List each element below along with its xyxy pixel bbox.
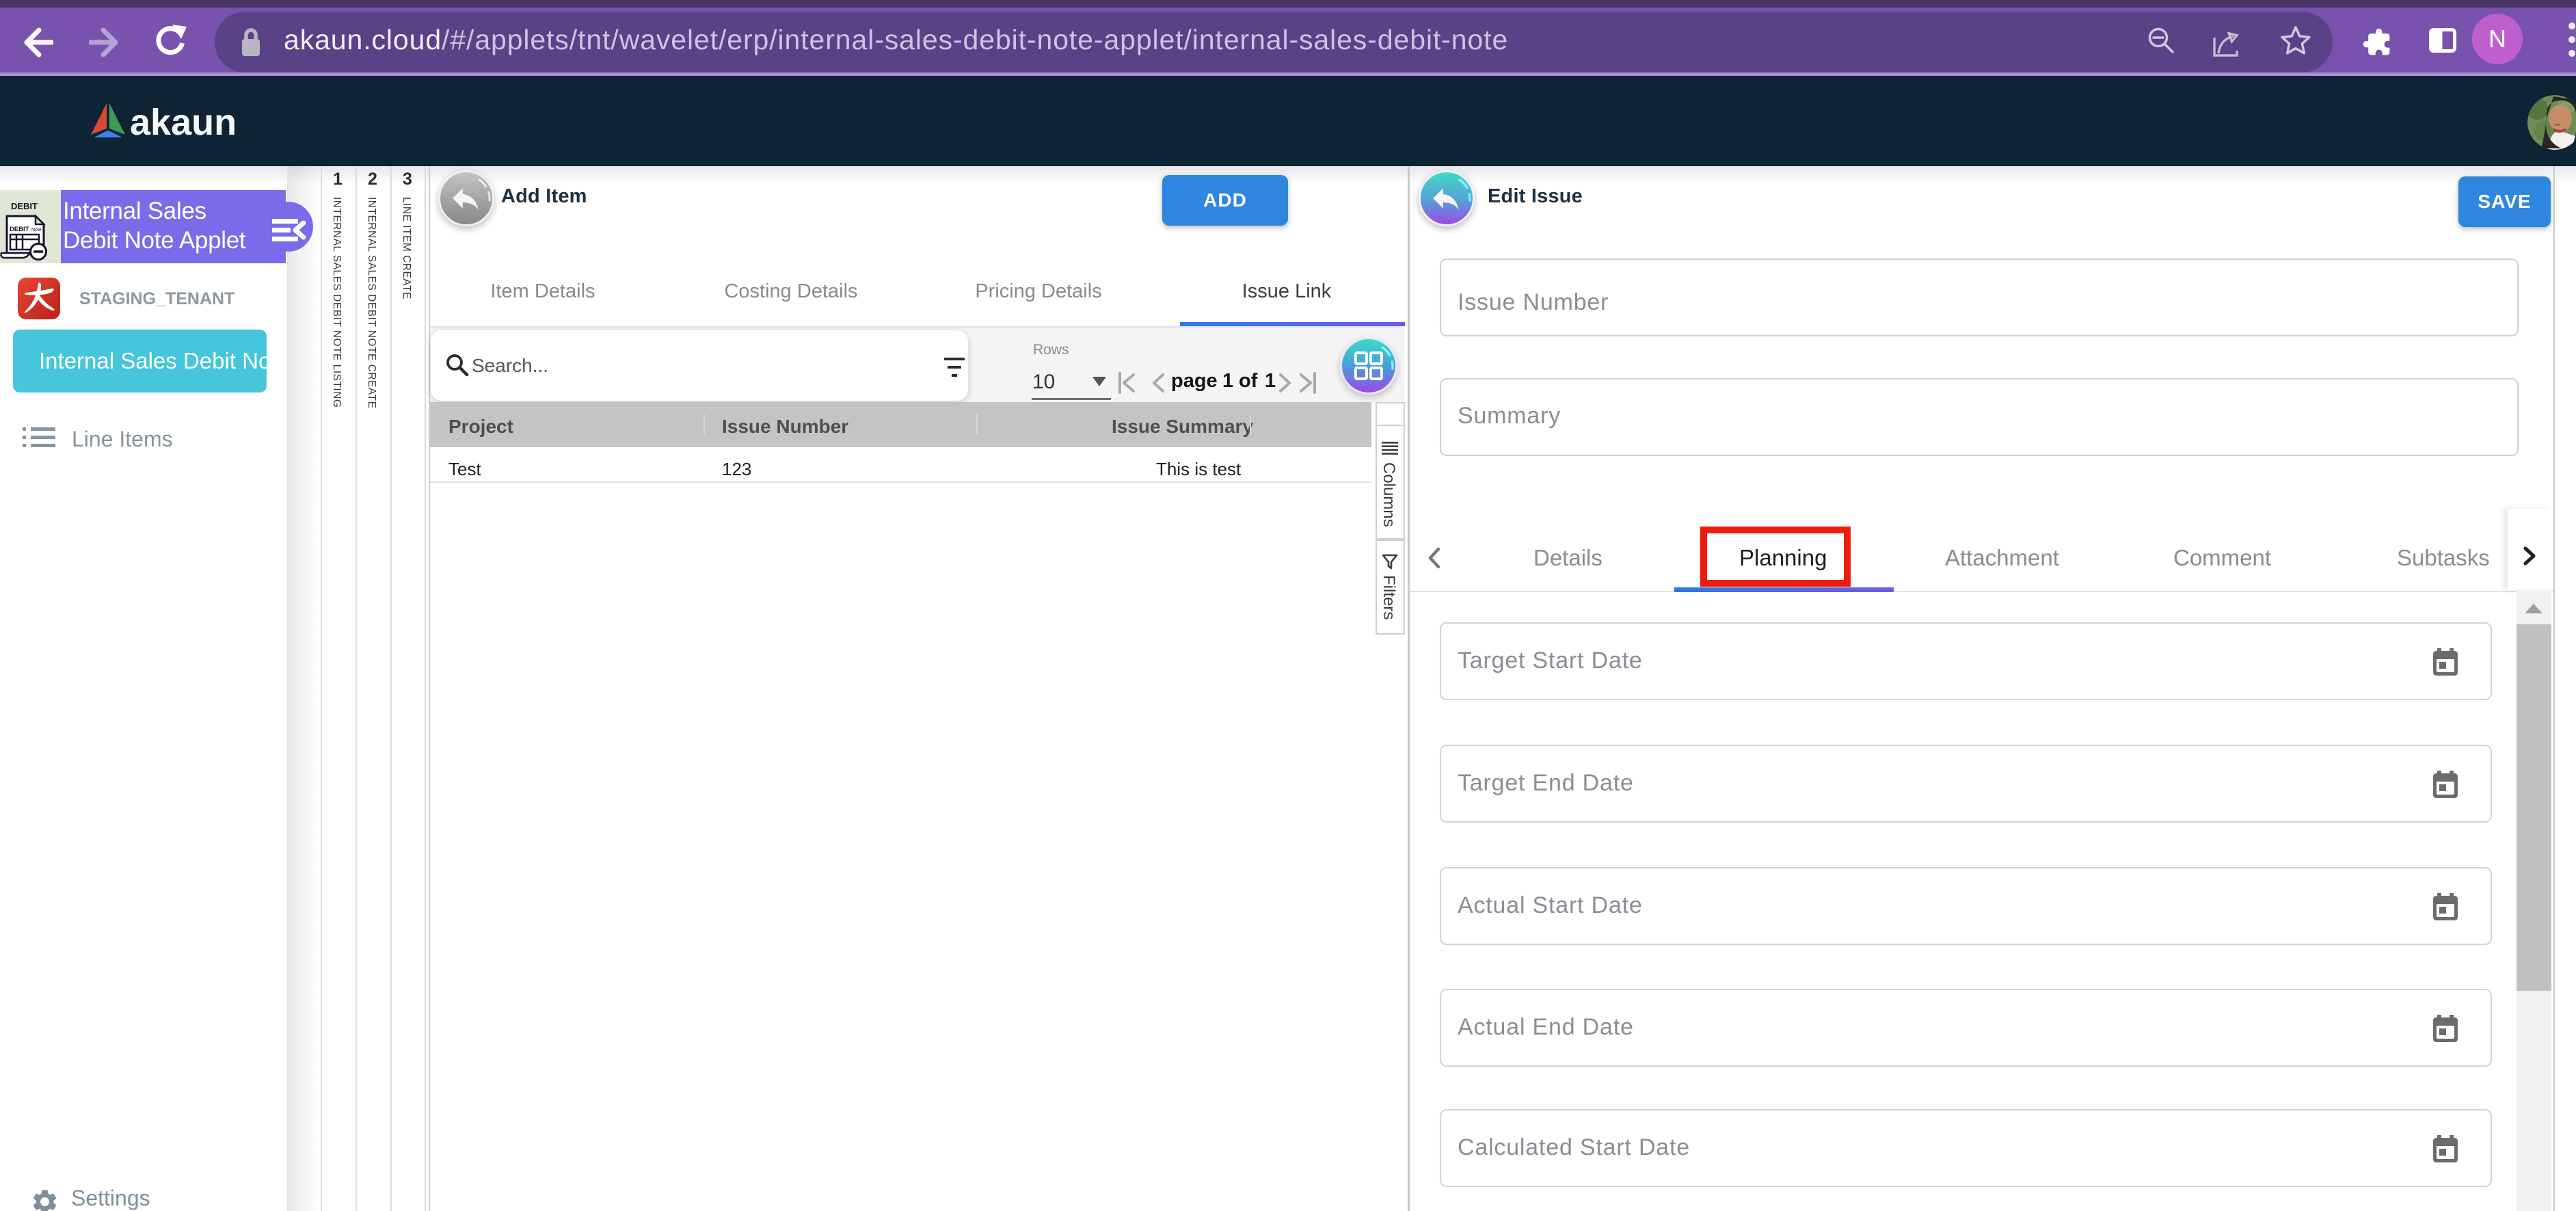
- svg-text:DEBIT: DEBIT: [10, 226, 29, 233]
- svg-text:DEBIT: DEBIT: [11, 201, 38, 211]
- svg-text:Note.: Note.: [31, 228, 43, 232]
